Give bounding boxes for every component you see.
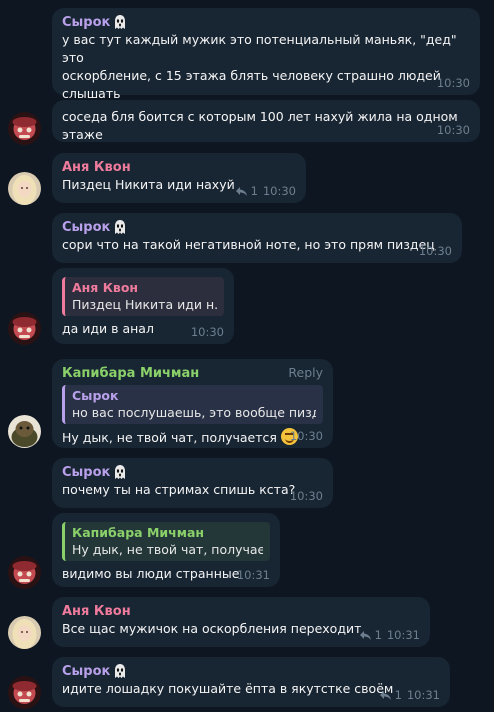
message-time: 10:30 [418, 244, 452, 258]
author-name[interactable]: Капибара Мичман [62, 365, 199, 382]
message-bubble[interactable]: Аня Квон Пиздец Никита иди нахуй 1 10:30 [52, 153, 306, 203]
message-text: Ну дык, не твой чат, получается [62, 430, 277, 445]
message-bubble[interactable]: Сырок почему ты на стримах спишь кста? 1… [52, 458, 333, 508]
quote-text: Пиздец Никита иди н... [72, 297, 217, 312]
message-bubble[interactable]: Сырок идите лошадку покушайте ёпта в яку… [52, 657, 450, 707]
reply-button[interactable]: Reply [288, 365, 323, 380]
message-bubble[interactable]: соседа бля боится с которым 100 лет наху… [52, 100, 480, 142]
quote-author: Сырок [72, 388, 119, 403]
message-text: оскорбление, с 15 этажа блять человеку с… [62, 68, 441, 83]
ghost-emoji-icon [115, 220, 126, 234]
message-text: у вас тут каждый мужик это потенциальный… [62, 32, 457, 65]
message-bubble[interactable]: Сырок сори что на такой негативной ноте,… [52, 213, 462, 263]
message-time: 10:30 [262, 184, 296, 198]
reply-arrow-icon [359, 630, 371, 640]
message-time: 10:30 [289, 429, 323, 443]
avatar-anya[interactable] [8, 172, 41, 205]
reply-quote[interactable]: Сырок но вас послушаешь, это вообще пизд… [62, 385, 323, 424]
message-text: почему ты на стримах спишь кста? [62, 482, 296, 497]
replies-indicator[interactable]: 1 [235, 184, 258, 198]
quote-text: Ну дык, не твой чат, получае... [72, 542, 263, 557]
message-text: сори что на такой негативной ноте, но эт… [62, 237, 435, 252]
message-bubble[interactable]: Аня Квон Все щас мужичок на оскорбления … [52, 597, 430, 647]
author-name[interactable]: Сырок [62, 464, 110, 481]
reply-arrow-icon [235, 186, 247, 196]
message-time: 10:30 [436, 123, 470, 137]
avatar-kapibara[interactable] [8, 415, 41, 448]
replies-count: 1 [394, 688, 402, 702]
quote-author: Аня Квон [72, 280, 139, 295]
message-time: 10:30 [436, 76, 470, 90]
ghost-emoji-icon [115, 465, 126, 479]
replies-count: 1 [250, 184, 258, 198]
replies-indicator[interactable]: 1 [359, 628, 382, 642]
message-bubble[interactable]: Капибара Мичман Ну дык, не твой чат, пол… [52, 513, 280, 587]
author-name[interactable]: Сырок [62, 219, 110, 236]
reply-quote[interactable]: Капибара Мичман Ну дык, не твой чат, пол… [62, 522, 270, 561]
message-text: соседа бля боится с которым 100 лет наху… [62, 109, 458, 142]
avatar-anya[interactable] [8, 616, 41, 649]
replies-indicator[interactable]: 1 [379, 688, 402, 702]
author-name[interactable]: Сырок [62, 14, 110, 31]
message-text: Пиздец Никита иди нахуй [62, 177, 235, 192]
replies-count: 1 [374, 628, 382, 642]
author-name[interactable]: Сырок [62, 663, 110, 680]
avatar-syrok[interactable] [8, 556, 41, 589]
reply-arrow-icon [379, 690, 391, 700]
message-bubble[interactable]: Сырок у вас тут каждый мужик это потенци… [52, 8, 480, 101]
avatar-syrok[interactable] [8, 312, 41, 345]
quote-author: Капибара Мичман [72, 525, 205, 540]
message-time: 10:31 [406, 688, 440, 702]
avatar-syrok[interactable] [8, 112, 41, 145]
reply-quote[interactable]: Аня Квон Пиздец Никита иди н... [62, 277, 224, 316]
message-bubble[interactable]: Аня Квон Пиздец Никита иди н... да иди в… [52, 268, 234, 344]
message-time: 10:31 [386, 628, 420, 642]
author-name[interactable]: Аня Квон [62, 603, 131, 620]
quote-text: но вас послушаешь, это вообще пизд... [72, 405, 316, 420]
ghost-emoji-icon [115, 15, 126, 29]
ghost-emoji-icon [115, 664, 126, 678]
message-time: 10:30 [289, 489, 323, 503]
avatar-syrok[interactable] [8, 676, 41, 709]
message-bubble[interactable]: Капибара Мичман Reply Сырок но вас послу… [52, 359, 333, 448]
message-time: 10:30 [190, 325, 224, 339]
message-time: 10:31 [236, 568, 270, 582]
author-name[interactable]: Аня Квон [62, 159, 131, 176]
